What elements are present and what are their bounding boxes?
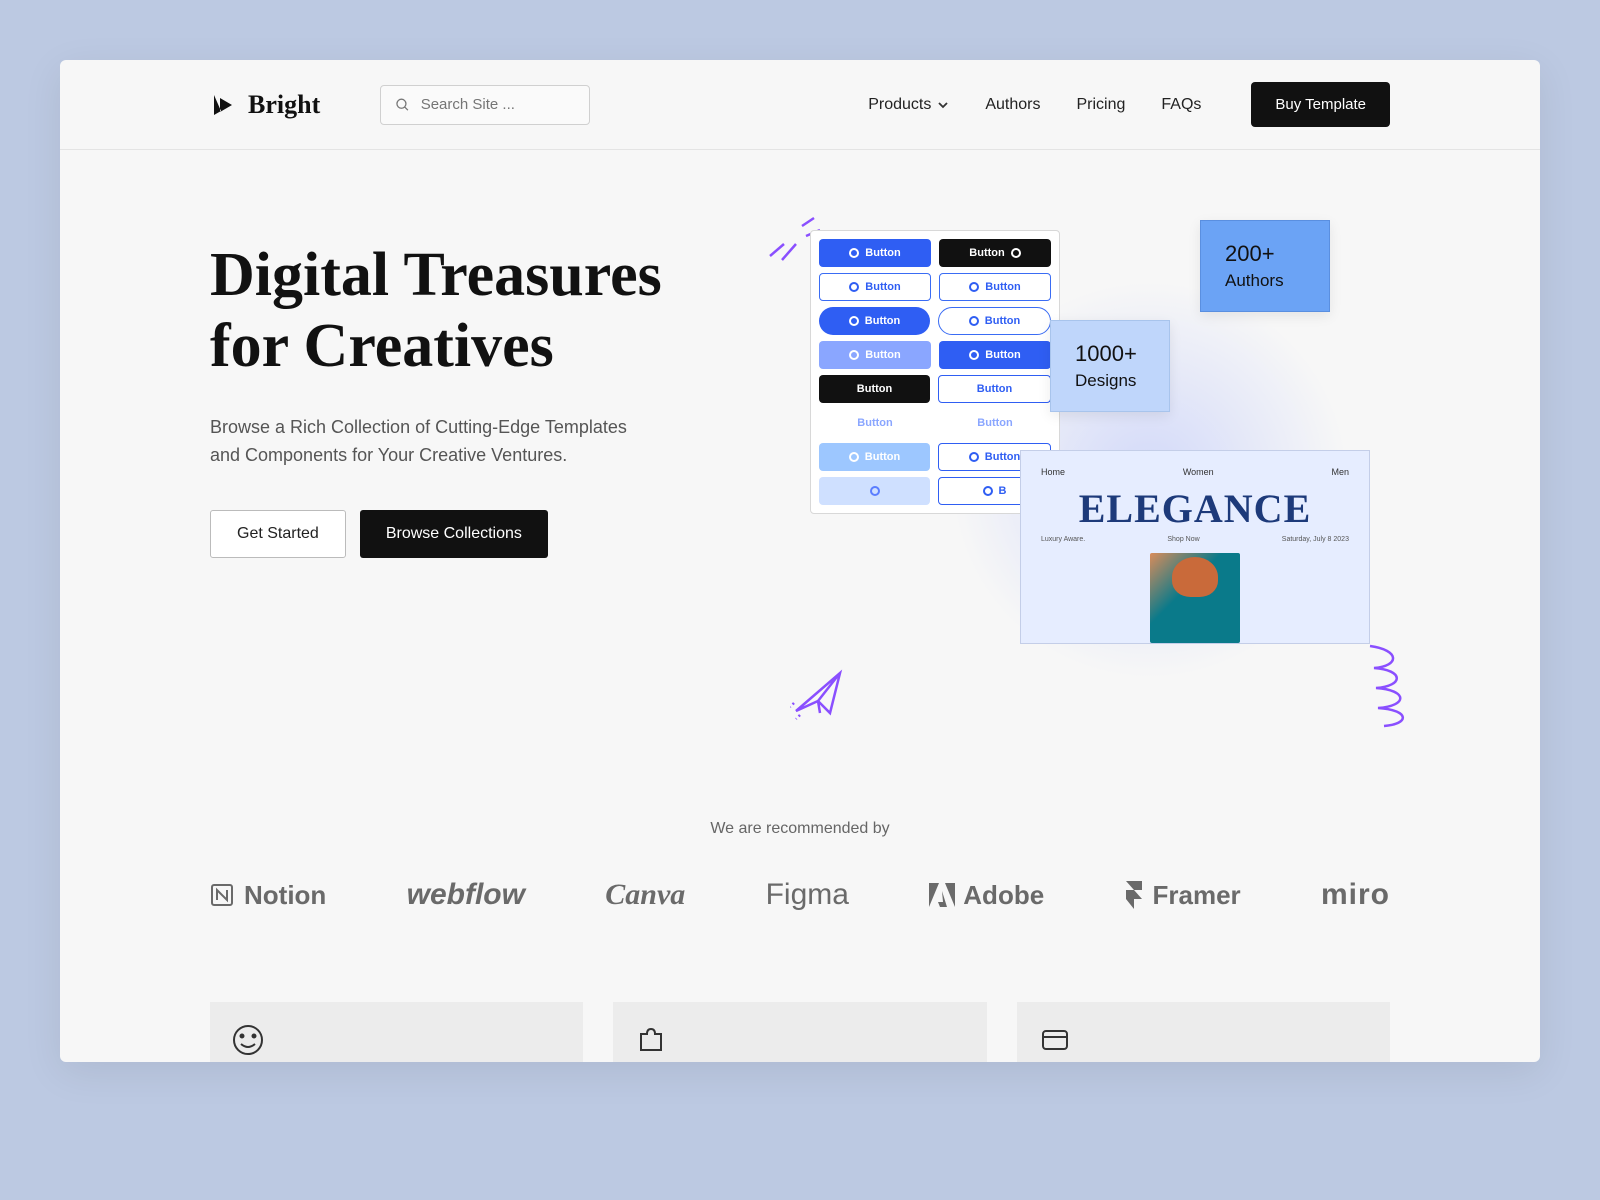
elegance-nav-men: Men [1331, 467, 1349, 477]
stat-authors-num: 200+ [1225, 241, 1305, 267]
elegance-title: ELEGANCE [1041, 485, 1349, 532]
logo[interactable]: Bright [210, 90, 320, 120]
brand-webflow: webflow [407, 878, 525, 912]
stat-designs-num: 1000+ [1075, 341, 1145, 367]
feature-card-2 [613, 1002, 986, 1062]
stat-card-authors: 200+ Authors [1200, 220, 1330, 312]
demo-button: Button [819, 443, 930, 471]
demo-button: Button [819, 341, 931, 369]
demo-button: Button [819, 273, 931, 301]
search-box[interactable] [380, 85, 590, 125]
elegance-tagline: Luxury Aware. [1041, 536, 1085, 543]
demo-button [819, 477, 930, 505]
hero-title: Digital Treasures for Creatives [210, 240, 710, 383]
elegance-shop: Shop Now [1167, 536, 1199, 543]
demo-button: Button [939, 239, 1051, 267]
search-input[interactable] [421, 96, 576, 113]
card-icon [1037, 1022, 1073, 1058]
hero-actions: Get Started Browse Collections [210, 510, 710, 558]
browse-collections-button[interactable]: Browse Collections [360, 510, 548, 558]
brand-adobe-label: Adobe [963, 880, 1044, 911]
buy-template-button[interactable]: Buy Template [1251, 82, 1390, 127]
scribble-icon [1350, 640, 1420, 730]
hero: Digital Treasures for Creatives Browse a… [60, 150, 1540, 740]
hero-illustration: Button Button Button Button Button Butto… [770, 220, 1390, 700]
stat-designs-label: Designs [1075, 371, 1145, 391]
elegance-date: Saturday, July 8 2023 [1282, 536, 1349, 543]
framer-icon [1124, 881, 1144, 909]
brand-row: Notion webflow Canva Figma Adobe Framer … [210, 878, 1390, 912]
search-icon [395, 96, 410, 114]
demo-button: Button [939, 409, 1051, 437]
brand-figma: Figma [766, 878, 849, 912]
logo-text: Bright [248, 90, 320, 120]
demo-button: Button [938, 375, 1051, 403]
adobe-icon [929, 883, 955, 907]
elegance-preview-card: Home Women Men ELEGANCE Luxury Aware. Sh… [1020, 450, 1370, 644]
smiley-icon [230, 1022, 266, 1058]
stat-card-designs: 1000+ Designs [1050, 320, 1170, 412]
hero-subtitle: Browse a Rich Collection of Cutting-Edge… [210, 413, 630, 471]
brand-miro: miro [1321, 878, 1390, 912]
chevron-down-icon [937, 99, 949, 111]
feature-cards-row [60, 942, 1540, 1062]
elegance-model-image [1150, 553, 1240, 643]
logo-icon [210, 91, 238, 119]
page: Bright Products Authors Pricing FAQs Buy… [60, 60, 1540, 1062]
paper-plane-icon [790, 665, 850, 720]
brand-framer: Framer [1124, 880, 1240, 911]
nav-products[interactable]: Products [868, 96, 949, 114]
nav-products-label: Products [868, 96, 931, 114]
recommended-label: We are recommended by [210, 820, 1390, 838]
feature-card-3 [1017, 1002, 1390, 1062]
elegance-nav-women: Women [1183, 467, 1214, 477]
nav-authors[interactable]: Authors [985, 96, 1040, 114]
hero-text: Digital Treasures for Creatives Browse a… [210, 220, 710, 700]
brand-notion-label: Notion [244, 880, 326, 911]
recommended-section: We are recommended by Notion webflow Can… [60, 740, 1540, 942]
brand-canva: Canva [605, 878, 685, 912]
demo-button: Button [819, 375, 930, 403]
demo-button: Button [938, 307, 1051, 335]
stat-authors-label: Authors [1225, 271, 1305, 291]
demo-button: Button [819, 409, 931, 437]
puzzle-icon [633, 1022, 669, 1058]
nav-pricing[interactable]: Pricing [1076, 96, 1125, 114]
brand-notion: Notion [210, 880, 326, 911]
header: Bright Products Authors Pricing FAQs Buy… [60, 60, 1540, 150]
demo-button: Button [939, 341, 1051, 369]
get-started-button[interactable]: Get Started [210, 510, 346, 558]
nav-faqs[interactable]: FAQs [1161, 96, 1201, 114]
notion-icon [210, 882, 236, 908]
feature-card-1 [210, 1002, 583, 1062]
demo-button: Button [939, 273, 1051, 301]
brand-adobe: Adobe [929, 880, 1044, 911]
brand-framer-label: Framer [1152, 880, 1240, 911]
elegance-nav-home: Home [1041, 467, 1065, 477]
nav: Products Authors Pricing FAQs [868, 96, 1201, 114]
demo-button: Button [819, 307, 930, 335]
demo-button: Button [819, 239, 931, 267]
